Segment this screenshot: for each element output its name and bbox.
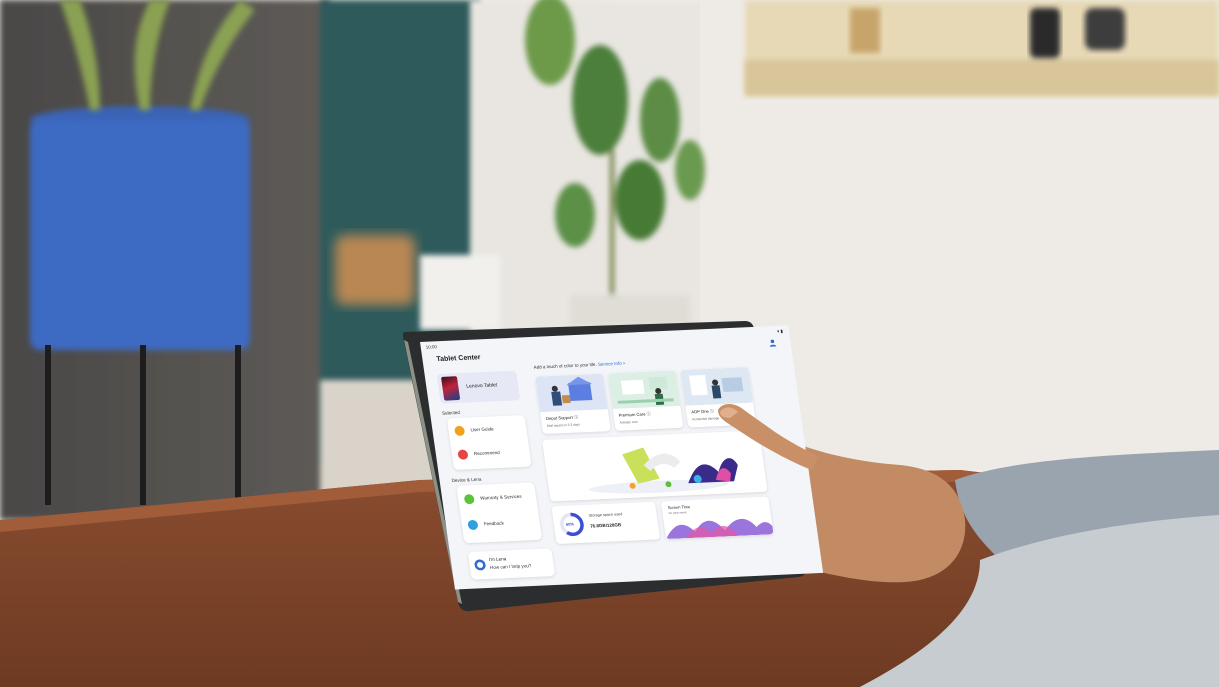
fingertip-overlay [718, 404, 818, 470]
photo-scene: 10:00 ▾ ▮ Tablet Center Lenovo Tablet Se… [0, 0, 1219, 687]
